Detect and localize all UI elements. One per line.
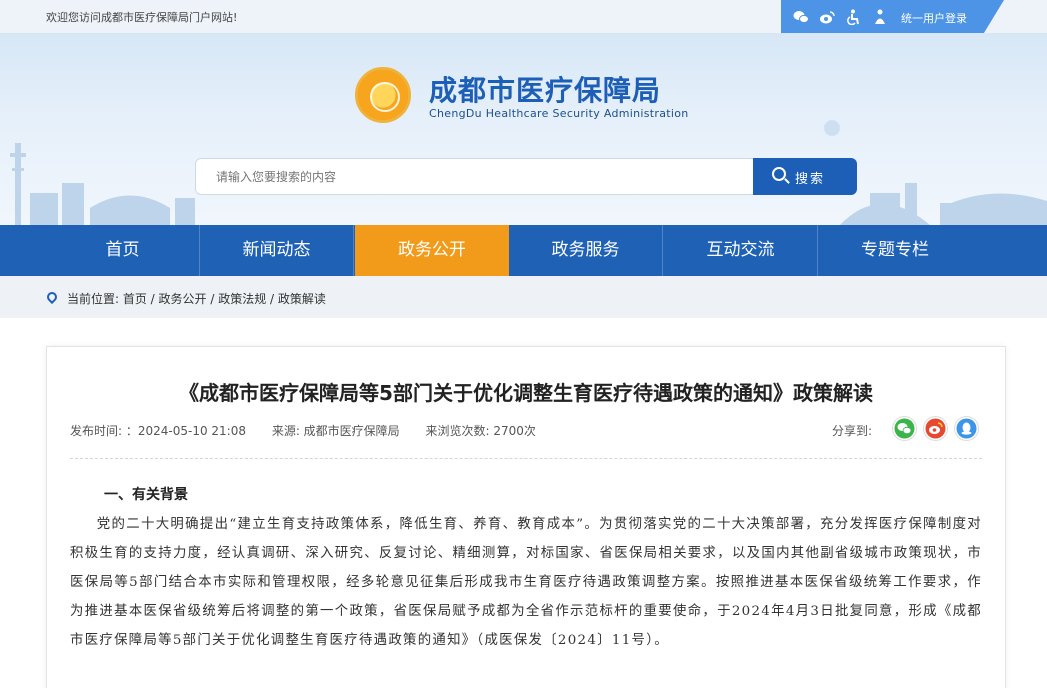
main-nav: 首页 新闻动态 政务公开 政务服务 互动交流 专题专栏: [0, 225, 1047, 276]
share-wechat-icon[interactable]: [892, 416, 917, 441]
nav-item-news[interactable]: 新闻动态: [200, 225, 354, 276]
accessibility-icon[interactable]: [845, 9, 861, 26]
breadcrumb-bar: 当前位置: 首页 / 政务公开 / 政策法规 / 政策解读: [0, 276, 1047, 318]
top-tools: 统一用户登录: [781, 0, 1004, 33]
site-title: 成都市医疗保障局: [429, 74, 662, 107]
meta-divider: [70, 458, 982, 459]
header-banner: 成都市医疗保障局 ChengDu Healthcare Security Adm…: [0, 33, 1047, 225]
share-weibo-icon[interactable]: [923, 416, 948, 441]
share-qq-icon[interactable]: [954, 416, 979, 441]
breadcrumb[interactable]: 当前位置: 首页 / 政务公开 / 政策法规 / 政策解读: [67, 290, 326, 307]
site-subtitle: ChengDu Healthcare Security Administrati…: [429, 107, 689, 120]
search-input[interactable]: [196, 159, 753, 194]
top-bar: 欢迎您访问成都市医疗保障局门户网站! 统一用户登录: [0, 0, 1047, 33]
weibo-icon[interactable]: [819, 9, 835, 25]
search-button-label: 搜索: [795, 172, 826, 187]
article-meta: 发布时间: ：2024-05-10 21:08 来源: 成都市医疗保障局 来浏览…: [70, 422, 558, 439]
view-count: 来浏览次数: 2700次: [425, 424, 536, 438]
wechat-icon[interactable]: [793, 9, 809, 25]
welcome-text: 欢迎您访问成都市医疗保障局门户网站!: [46, 11, 238, 24]
nav-item-gov-services[interactable]: 政务服务: [509, 225, 663, 276]
search-button[interactable]: 搜索: [753, 158, 857, 195]
nav-item-special-topics[interactable]: 专题专栏: [818, 225, 972, 276]
nav-item-gov-affairs-open[interactable]: 政务公开: [355, 225, 509, 276]
search-icon: [772, 167, 786, 181]
article-title: 《成都市医疗保障局等5部门关于优化调整生育医疗待遇政策的通知》政策解读: [179, 381, 873, 405]
share-label: 分享到:: [832, 424, 873, 438]
unified-login-link[interactable]: 统一用户登录: [901, 10, 967, 26]
article-card: 《成都市医疗保障局等5部门关于优化调整生育医疗待遇政策的通知》政策解读 发布时间…: [46, 346, 1006, 688]
nav-item-interaction[interactable]: 互动交流: [664, 225, 818, 276]
nav-item-home[interactable]: 首页: [46, 225, 200, 276]
agency-logo: [355, 67, 411, 123]
search-box: 搜索: [195, 158, 857, 195]
article-source: 来源: 成都市医疗保障局: [271, 424, 400, 438]
publish-time: 发布时间: ：2024-05-10 21:08: [70, 424, 246, 438]
elder-care-icon[interactable]: [872, 9, 888, 25]
article-paragraph: 党的二十大明确提出“建立生育支持政策体系，降低生育、养育、教育成本”。为贯彻落实…: [70, 517, 982, 648]
city-skyline-illustration: [10, 120, 1047, 225]
section-heading: 一、有关背景: [104, 487, 188, 503]
location-pin-icon: [44, 289, 60, 305]
